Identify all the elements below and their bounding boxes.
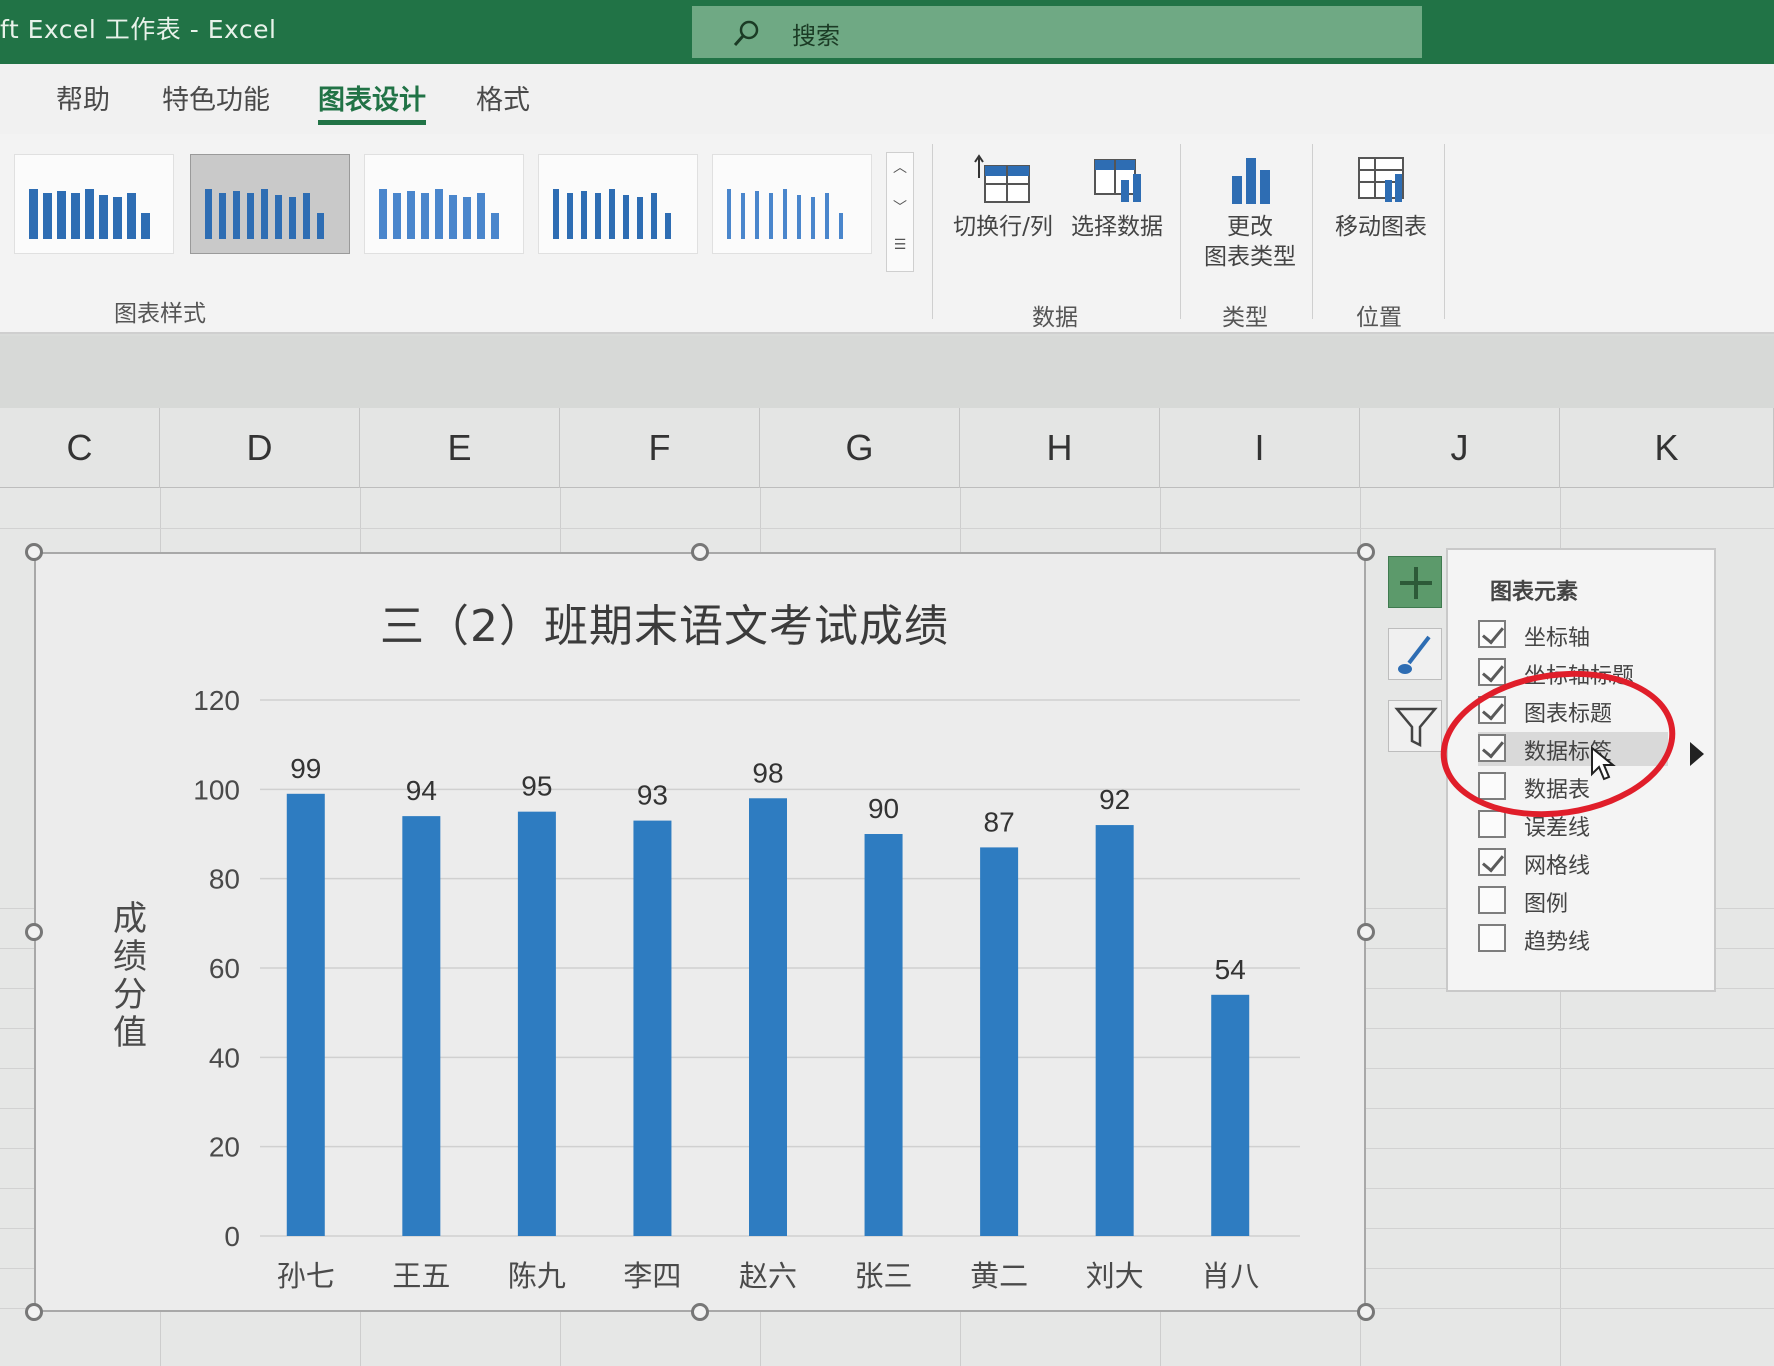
chart-element-option-label: 坐标轴 <box>1524 626 1591 651</box>
data-label[interactable]: 90 <box>868 793 899 824</box>
data-labels-submenu-icon[interactable] <box>1690 742 1704 766</box>
y-tick-label: 60 <box>209 953 240 984</box>
chart-filters-button[interactable] <box>1388 700 1442 752</box>
chart-element-option[interactable]: 坐标轴 <box>1478 618 1668 652</box>
x-category-label: 陈九 <box>508 1259 566 1293</box>
chart-bar[interactable] <box>1095 825 1134 1236</box>
chart-element-option-label: 趋势线 <box>1524 930 1591 955</box>
resize-handle[interactable] <box>691 543 709 561</box>
checkbox[interactable] <box>1478 848 1506 876</box>
y-tick-label: 100 <box>193 774 240 805</box>
chart-bar[interactable] <box>517 811 556 1236</box>
data-label[interactable]: 98 <box>752 757 783 788</box>
checkbox[interactable] <box>1478 658 1506 686</box>
x-category-label: 王五 <box>392 1259 450 1293</box>
chart-element-option-label: 网格线 <box>1524 854 1591 879</box>
data-label[interactable]: 54 <box>1215 954 1246 985</box>
x-category-label: 张三 <box>855 1259 913 1293</box>
checkbox[interactable] <box>1478 810 1506 838</box>
y-tick-label: 120 <box>193 685 240 716</box>
chart-element-option[interactable]: 图例 <box>1478 884 1668 918</box>
resize-handle[interactable] <box>1357 543 1375 561</box>
chart-styles-button[interactable] <box>1388 628 1442 680</box>
data-label[interactable]: 94 <box>406 775 437 806</box>
resize-handle[interactable] <box>25 1303 43 1321</box>
x-category-label: 孙七 <box>277 1259 335 1293</box>
y-tick-label: 20 <box>209 1132 240 1163</box>
plus-icon <box>1400 567 1432 599</box>
data-label[interactable]: 92 <box>1099 784 1130 815</box>
chart-elements-button[interactable] <box>1388 556 1442 608</box>
resize-handle[interactable] <box>1357 923 1375 941</box>
chart-bar[interactable] <box>402 816 441 1236</box>
chart-elements-title: 图表元素 <box>1490 580 1579 605</box>
chart-bar[interactable] <box>633 820 672 1236</box>
mouse-cursor-icon <box>1591 746 1616 781</box>
data-label[interactable]: 87 <box>984 806 1015 837</box>
x-category-label: 黄二 <box>970 1259 1028 1293</box>
chart-element-option-label: 图例 <box>1524 892 1569 917</box>
y-tick-label: 80 <box>209 864 240 895</box>
x-category-label: 李四 <box>623 1259 681 1293</box>
resize-handle[interactable] <box>25 543 43 561</box>
data-label[interactable]: 95 <box>521 771 552 802</box>
data-label[interactable]: 99 <box>290 753 321 784</box>
checkbox[interactable] <box>1478 886 1506 914</box>
filter-icon <box>1394 707 1438 748</box>
y-tick-label: 40 <box>209 1042 240 1073</box>
excel-window: { "window": { "title": "ft Excel 工作表 - E… <box>0 0 1774 1366</box>
y-tick-label: 0 <box>224 1221 240 1252</box>
chart-bar[interactable] <box>749 798 787 1236</box>
chart-element-option[interactable]: 趋势线 <box>1478 922 1668 956</box>
resize-handle[interactable] <box>25 923 43 941</box>
x-category-label: 肖八 <box>1201 1259 1259 1293</box>
resize-handle[interactable] <box>691 1303 709 1321</box>
chart-element-option[interactable]: 网格线 <box>1478 846 1668 880</box>
brush-icon <box>1398 635 1431 674</box>
chart-bar[interactable] <box>980 847 1019 1236</box>
chart-bar[interactable] <box>286 793 325 1236</box>
checkbox[interactable] <box>1478 924 1506 952</box>
chart-bar[interactable] <box>1211 994 1250 1236</box>
checkbox[interactable] <box>1478 620 1506 648</box>
x-category-label: 赵六 <box>739 1259 797 1293</box>
chart-bar[interactable] <box>864 834 903 1236</box>
data-label[interactable]: 93 <box>637 780 668 811</box>
x-category-label: 刘大 <box>1086 1259 1144 1293</box>
resize-handle[interactable] <box>1357 1303 1375 1321</box>
